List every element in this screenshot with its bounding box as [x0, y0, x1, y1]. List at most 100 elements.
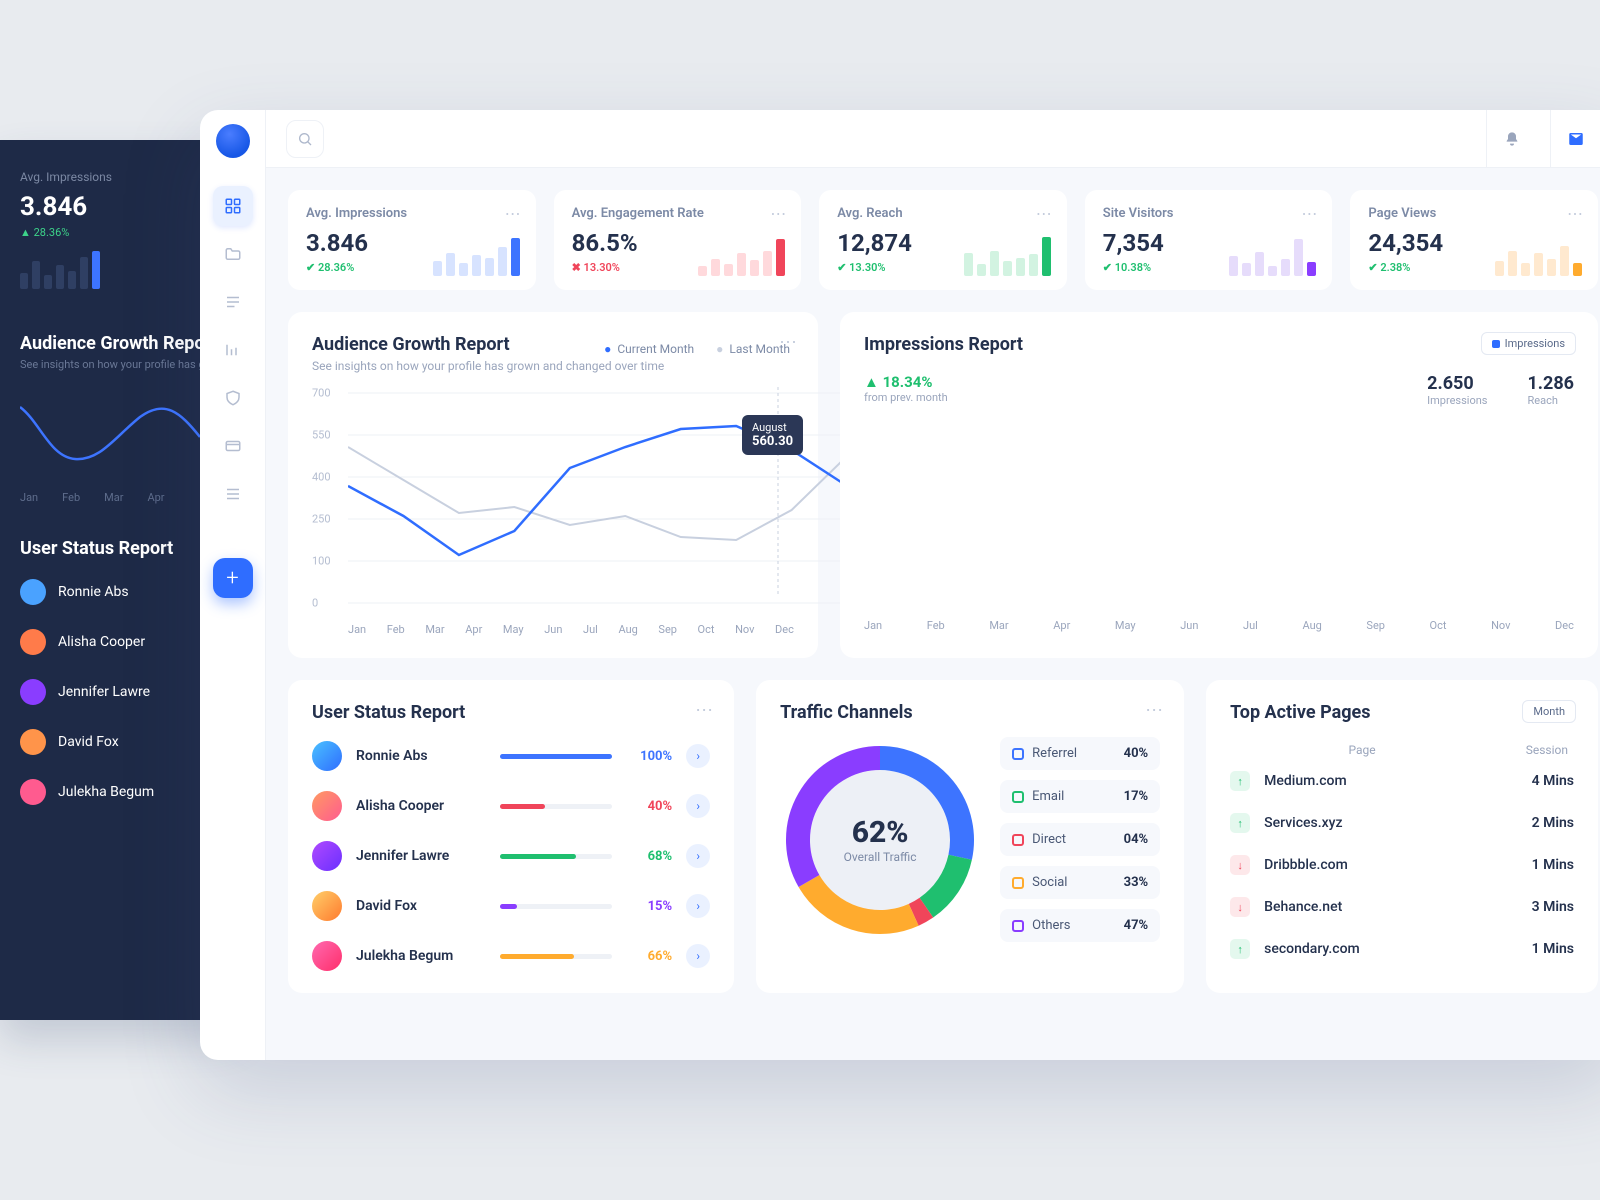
user-name: Alisha Cooper: [356, 798, 486, 814]
donut-chart: 62% Overall Traffic: [780, 740, 980, 940]
donut-center-label: Overall Traffic: [844, 850, 917, 864]
more-icon[interactable]: ⋯: [695, 700, 714, 721]
bar-chart: [864, 431, 1574, 611]
page-row: ↓ Behance.net 3 Mins: [1230, 897, 1574, 917]
channel-value: 33%: [1124, 875, 1149, 890]
dashboard-app: + ⋯ Avg. Impressions 3.846 ✔ 28.36% ⋯ Av…: [200, 110, 1600, 1060]
session-value: 1 Mins: [1494, 941, 1574, 957]
nav-list[interactable]: [213, 474, 253, 514]
more-icon[interactable]: ⋯: [505, 204, 522, 223]
chart-legend: Current Month Last Month: [604, 342, 790, 356]
page-row: ↑ Medium.com 4 Mins: [1230, 771, 1574, 791]
progress-value: 68%: [626, 849, 672, 864]
nav-card[interactable]: [213, 426, 253, 466]
trend-down-icon: ↓: [1230, 897, 1250, 917]
tooltip-label: August: [752, 421, 793, 434]
session-value: 2 Mins: [1494, 815, 1574, 831]
sidebar: +: [200, 110, 266, 1060]
donut-center-value: 62%: [852, 815, 909, 850]
channel-row: Others 47%: [1000, 909, 1160, 942]
logo[interactable]: [216, 124, 250, 158]
nav-chart[interactable]: [213, 330, 253, 370]
legend-current: Current Month: [604, 342, 694, 356]
user-status-row: David Fox 15% ›: [312, 891, 710, 921]
topbar: [266, 110, 1600, 168]
avatar: [312, 841, 342, 871]
line-chart: 7005504002501000 August 560.30: [312, 387, 794, 617]
trend-up-icon: ↑: [1230, 939, 1250, 959]
kpi-label: Page Views: [1368, 206, 1580, 221]
change-label: from prev. month: [864, 391, 948, 404]
user-name: Julekha Begum: [356, 948, 486, 964]
progress-value: 15%: [626, 899, 672, 914]
audience-growth-card: ⋯ Audience Growth Report See insights on…: [288, 312, 818, 658]
channel-row: Social 33%: [1000, 866, 1160, 899]
more-icon[interactable]: ⋯: [1301, 204, 1318, 223]
more-icon[interactable]: ⋯: [1567, 204, 1584, 223]
kpi-sparkline: [698, 234, 785, 276]
user-status-row: Alisha Cooper 40% ›: [312, 791, 710, 821]
page-name: Medium.com: [1264, 773, 1494, 789]
pages-list: ↑ Medium.com 4 Mins ↑ Services.xyz 2 Min…: [1230, 771, 1574, 959]
page-name: Dribbble.com: [1264, 857, 1494, 873]
series-pill[interactable]: Impressions: [1481, 332, 1576, 355]
kpi-label: Avg. Impressions: [306, 206, 518, 221]
progress-value: 40%: [626, 799, 672, 814]
kpi-card: ⋯ Site Visitors 7,354 ✔ 10.38%: [1085, 190, 1333, 290]
channel-list: Referrel40%Email17%Direct04%Social33%Oth…: [1000, 737, 1160, 942]
nav-dashboard[interactable]: [213, 186, 253, 226]
metric-reach: 1.286: [1527, 373, 1574, 394]
mail-button[interactable]: [1550, 110, 1600, 168]
nav-files[interactable]: [213, 282, 253, 322]
session-value: 1 Mins: [1494, 857, 1574, 873]
user-status-list: Ronnie Abs 100% › Alisha Cooper 40% › Je…: [312, 741, 710, 971]
more-icon[interactable]: ⋯: [1145, 700, 1164, 721]
avatar: [312, 891, 342, 921]
top-active-pages-card: Top Active Pages Month PageSession ↑ Med…: [1206, 680, 1598, 993]
nav-folder[interactable]: [213, 234, 253, 274]
kpi-label: Site Visitors: [1103, 206, 1315, 221]
page-row: ↓ Dribbble.com 1 Mins: [1230, 855, 1574, 875]
traffic-channels-card: ⋯ Traffic Channels 62% Overall Traffic R…: [756, 680, 1184, 993]
channel-label: Social: [1032, 875, 1067, 890]
kpi-card: ⋯ Avg. Reach 12,874 ✔ 13.30%: [819, 190, 1067, 290]
avatar: [312, 941, 342, 971]
channel-value: 17%: [1124, 789, 1149, 804]
session-value: 4 Mins: [1494, 773, 1574, 789]
change-value: ▲ 18.34%: [864, 373, 948, 391]
chevron-right-icon[interactable]: ›: [686, 794, 710, 818]
channel-label: Others: [1032, 918, 1070, 933]
user-name: Ronnie Abs: [356, 748, 486, 764]
range-dropdown[interactable]: Month: [1522, 700, 1576, 723]
chevron-right-icon[interactable]: ›: [686, 944, 710, 968]
page-name: secondary.com: [1264, 941, 1494, 957]
notifications-button[interactable]: [1486, 110, 1536, 168]
session-value: 3 Mins: [1494, 899, 1574, 915]
x-axis: JanFebMarAprMayJunJulAugSepOctNovDec: [864, 619, 1574, 632]
chevron-right-icon[interactable]: ›: [686, 894, 710, 918]
legend-last: Last Month: [716, 342, 790, 356]
kpi-card: ⋯ Page Views 24,354 ✔ 2.38%: [1350, 190, 1598, 290]
more-icon[interactable]: ⋯: [770, 204, 787, 223]
search-button[interactable]: [286, 120, 324, 158]
user-name: David Fox: [356, 898, 486, 914]
page-name: Behance.net: [1264, 899, 1494, 915]
progress-track: [500, 754, 612, 759]
add-button[interactable]: +: [213, 558, 253, 598]
trend-up-icon: ↑: [1230, 813, 1250, 833]
more-icon[interactable]: ⋯: [1036, 204, 1053, 223]
channel-row: Referrel40%: [1000, 737, 1160, 770]
x-axis: JanFebMarAprMayJunJulAugSepOctNovDec: [348, 623, 794, 636]
progress-track: [500, 804, 612, 809]
user-status-row: Ronnie Abs 100% ›: [312, 741, 710, 771]
chevron-right-icon[interactable]: ›: [686, 844, 710, 868]
user-name: Jennifer Lawre: [356, 848, 486, 864]
nav-shield[interactable]: [213, 378, 253, 418]
progress-value: 100%: [626, 749, 672, 764]
avatar: [312, 741, 342, 771]
card-title: User Status Report: [312, 702, 710, 723]
kpi-row: ⋯ Avg. Impressions 3.846 ✔ 28.36% ⋯ Avg.…: [288, 190, 1598, 290]
page-row: ↑ secondary.com 1 Mins: [1230, 939, 1574, 959]
channel-value: 47%: [1124, 918, 1149, 933]
chevron-right-icon[interactable]: ›: [686, 744, 710, 768]
